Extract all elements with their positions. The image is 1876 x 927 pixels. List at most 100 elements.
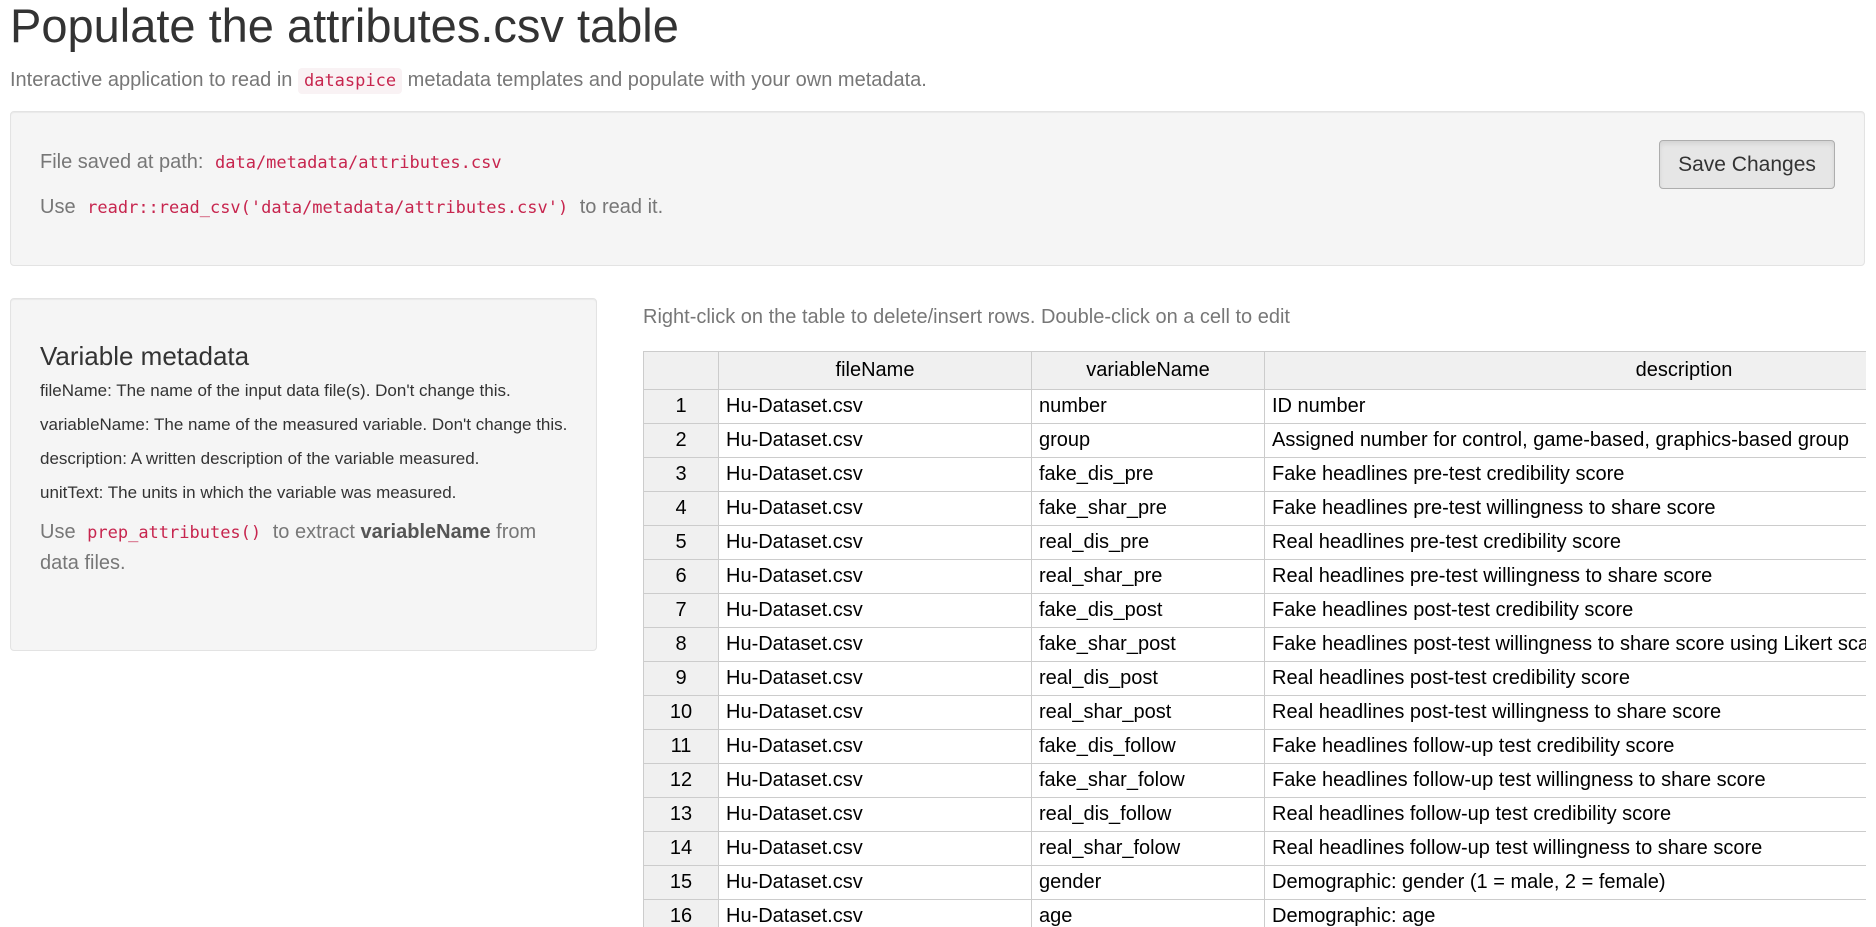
variablename-cell[interactable]: gender	[1031, 865, 1265, 900]
variablename-cell[interactable]: fake_shar_pre	[1031, 491, 1265, 526]
variablename-cell[interactable]: age	[1031, 899, 1265, 927]
table-row[interactable]: 2 Hu-Dataset.csv group Assigned number for …	[643, 423, 1866, 458]
description-cell[interactable]: Demographic: age	[1264, 899, 1866, 927]
tip-text-middle: to extract	[272, 521, 355, 543]
row-number-cell[interactable]: 13	[643, 797, 719, 832]
column-header-description[interactable]: description	[1264, 351, 1866, 390]
column-header-variablename[interactable]: variableName	[1031, 351, 1265, 390]
filename-cell[interactable]: Hu-Dataset.csv	[718, 627, 1032, 662]
help-item-description: description: A written description of th…	[40, 449, 480, 468]
description-cell[interactable]: Real headlines follow-up test credibilit…	[1264, 797, 1866, 832]
row-number-cell[interactable]: 1	[643, 389, 719, 424]
description-cell[interactable]: ID number	[1264, 389, 1866, 424]
tip-code: prep_attributes()	[87, 523, 262, 543]
variablename-cell[interactable]: number	[1031, 389, 1265, 424]
table-row[interactable]: 15 Hu-Dataset.csv gender Demographic: gende…	[643, 865, 1866, 900]
row-number-cell[interactable]: 12	[643, 763, 719, 798]
table-row[interactable]: 13 Hu-Dataset.csv real_dis_follow Real head…	[643, 797, 1866, 832]
row-number-cell[interactable]: 8	[643, 627, 719, 662]
filename-cell[interactable]: Hu-Dataset.csv	[718, 491, 1032, 526]
description-cell[interactable]: Fake headlines follow-up test credibilit…	[1264, 729, 1866, 764]
row-number-cell[interactable]: 4	[643, 491, 719, 526]
filename-cell[interactable]: Hu-Dataset.csv	[718, 831, 1032, 866]
description-cell[interactable]: Fake headlines follow-up test willingnes…	[1264, 763, 1866, 798]
filename-cell[interactable]: Hu-Dataset.csv	[718, 729, 1032, 764]
description-cell[interactable]: Fake headlines post-test credibility sco…	[1264, 593, 1866, 628]
filename-cell[interactable]: Hu-Dataset.csv	[718, 389, 1032, 424]
filename-cell[interactable]: Hu-Dataset.csv	[718, 865, 1032, 900]
filename-cell[interactable]: Hu-Dataset.csv	[718, 525, 1032, 560]
variablename-cell[interactable]: real_shar_folow	[1031, 831, 1265, 866]
filename-cell[interactable]: Hu-Dataset.csv	[718, 695, 1032, 730]
variablename-cell[interactable]: real_shar_pre	[1031, 559, 1265, 594]
filename-cell[interactable]: Hu-Dataset.csv	[718, 899, 1032, 927]
filename-cell[interactable]: Hu-Dataset.csv	[718, 423, 1032, 458]
row-number-cell[interactable]: 15	[643, 865, 719, 900]
table-body: 1 Hu-Dataset.csv number ID number 2 Hu-Datase…	[643, 389, 1866, 927]
variablename-cell[interactable]: real_dis_pre	[1031, 525, 1265, 560]
row-number-cell[interactable]: 5	[643, 525, 719, 560]
row-number-cell[interactable]: 11	[643, 729, 719, 764]
variablename-cell[interactable]: real_shar_post	[1031, 695, 1265, 730]
tip-bold: variableName	[360, 521, 491, 543]
column-header-filename[interactable]: fileName	[718, 351, 1032, 390]
variablename-cell[interactable]: group	[1031, 423, 1265, 458]
table-row[interactable]: 10 Hu-Dataset.csv real_shar_post Real headl…	[643, 695, 1866, 730]
variablename-cell[interactable]: fake_dis_post	[1031, 593, 1265, 628]
variablename-cell[interactable]: fake_dis_follow	[1031, 729, 1265, 764]
description-cell[interactable]: Assigned number for control, game-based,…	[1264, 423, 1866, 458]
table-row[interactable]: 11 Hu-Dataset.csv fake_dis_follow Fake head…	[643, 729, 1866, 764]
filename-cell[interactable]: Hu-Dataset.csv	[718, 797, 1032, 832]
description-cell[interactable]: Real headlines pre-test willingness to s…	[1264, 559, 1866, 594]
filename-cell[interactable]: Hu-Dataset.csv	[718, 457, 1032, 492]
table-row[interactable]: 4 Hu-Dataset.csv fake_shar_pre Fake headlin…	[643, 491, 1866, 526]
variablename-cell[interactable]: fake_dis_pre	[1031, 457, 1265, 492]
row-number-cell[interactable]: 2	[643, 423, 719, 458]
filename-cell[interactable]: Hu-Dataset.csv	[718, 661, 1032, 696]
row-number-cell[interactable]: 16	[643, 899, 719, 927]
save-changes-button[interactable]: Save Changes	[1659, 140, 1835, 189]
row-number-cell[interactable]: 6	[643, 559, 719, 594]
filename-cell[interactable]: Hu-Dataset.csv	[718, 763, 1032, 798]
table-row[interactable]: 6 Hu-Dataset.csv real_shar_pre Real headlin…	[643, 559, 1866, 594]
table-row[interactable]: 12 Hu-Dataset.csv fake_shar_folow Fake head…	[643, 763, 1866, 798]
table-row[interactable]: 9 Hu-Dataset.csv real_dis_post Real headlin…	[643, 661, 1866, 696]
saved-path-line: File saved at path: data/metadata/attrib…	[40, 151, 508, 174]
help-item-unittext: unitText: The units in which the variabl…	[40, 483, 457, 502]
variablename-cell[interactable]: fake_shar_folow	[1031, 763, 1265, 798]
description-cell[interactable]: Fake headlines pre-test willingness to s…	[1264, 491, 1866, 526]
table-row[interactable]: 14 Hu-Dataset.csv real_shar_folow Real head…	[643, 831, 1866, 866]
variablename-cell[interactable]: real_dis_follow	[1031, 797, 1265, 832]
description-cell[interactable]: Real headlines pre-test credibility scor…	[1264, 525, 1866, 560]
table-row[interactable]: 1 Hu-Dataset.csv number ID number	[643, 389, 1866, 424]
description-cell[interactable]: Real headlines post-test willingness to …	[1264, 695, 1866, 730]
row-number-cell[interactable]: 10	[643, 695, 719, 730]
read-instructions-line: Use readr::read_csv('data/metadata/attri…	[40, 196, 663, 219]
filename-cell[interactable]: Hu-Dataset.csv	[718, 593, 1032, 628]
row-number-cell[interactable]: 3	[643, 457, 719, 492]
tip-text-before: Use	[40, 521, 76, 543]
description-cell[interactable]: Real headlines post-test credibility sco…	[1264, 661, 1866, 696]
row-number-cell[interactable]: 9	[643, 661, 719, 696]
save-panel: File saved at path: data/metadata/attrib…	[10, 111, 1865, 266]
description-cell[interactable]: Real headlines follow-up test willingnes…	[1264, 831, 1866, 866]
attributes-table-scroll-area[interactable]: fileName variableName description 1 Hu-Da…	[643, 351, 1866, 927]
variable-metadata-title: Variable metadata	[40, 341, 250, 371]
table-row[interactable]: 7 Hu-Dataset.csv fake_dis_post Fake headlin…	[643, 593, 1866, 628]
row-number-cell[interactable]: 7	[643, 593, 719, 628]
attributes-table[interactable]: fileName variableName description 1 Hu-Da…	[643, 351, 1866, 927]
filename-cell[interactable]: Hu-Dataset.csv	[718, 559, 1032, 594]
description-cell[interactable]: Fake headlines pre-test credibility scor…	[1264, 457, 1866, 492]
description-cell[interactable]: Demographic: gender (1 = male, 2 = femal…	[1264, 865, 1866, 900]
row-number-cell[interactable]: 14	[643, 831, 719, 866]
table-row[interactable]: 16 Hu-Dataset.csv age Demographic: age	[643, 899, 1866, 927]
variablename-cell[interactable]: real_dis_post	[1031, 661, 1265, 696]
description-cell[interactable]: Fake headlines post-test willingness to …	[1264, 627, 1866, 662]
table-row[interactable]: 5 Hu-Dataset.csv real_dis_pre Real headline…	[643, 525, 1866, 560]
table-row[interactable]: 3 Hu-Dataset.csv fake_dis_pre Fake headline…	[643, 457, 1866, 492]
variablename-cell[interactable]: fake_shar_post	[1031, 627, 1265, 662]
help-item-variablename: variableName: The name of the measured v…	[40, 415, 568, 434]
column-header-rownum[interactable]	[643, 351, 719, 390]
table-row[interactable]: 8 Hu-Dataset.csv fake_shar_post Fake headli…	[643, 627, 1866, 662]
subtitle-code-dataspice: dataspice	[297, 68, 403, 94]
